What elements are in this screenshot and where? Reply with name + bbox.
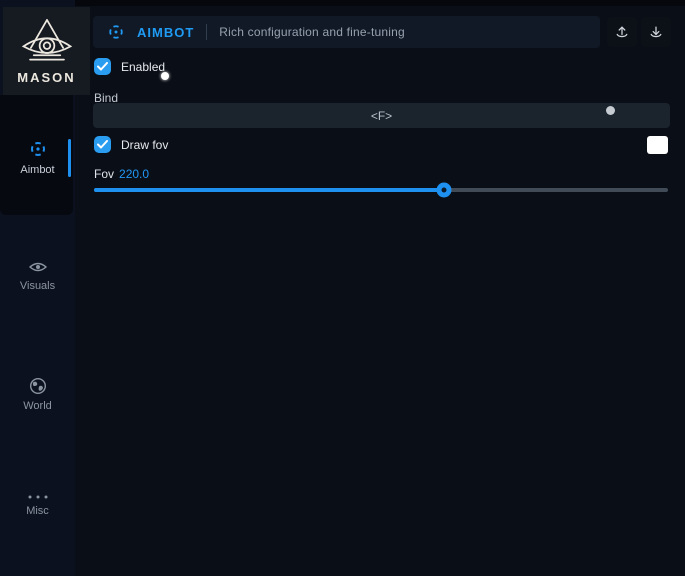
sidebar-item-visuals[interactable]: Visuals (0, 259, 75, 292)
draw-fov-label: Draw fov (121, 138, 168, 152)
enabled-row: Enabled (94, 58, 165, 75)
sidebar-item-aimbot[interactable]: Aimbot (0, 139, 75, 176)
upload-icon (614, 24, 630, 40)
bind-key-value: <F> (371, 109, 392, 123)
sidebar-item-label: Misc (26, 505, 49, 517)
header-divider (206, 24, 207, 40)
mason-pyramid-eye-logo (19, 17, 75, 67)
download-icon (648, 24, 664, 40)
draw-fov-row: Draw fov (94, 136, 168, 153)
fov-value: 220.0 (119, 167, 149, 181)
export-config-button[interactable] (607, 17, 637, 47)
sidebar-item-label: World (23, 400, 52, 412)
import-config-button[interactable] (641, 17, 671, 47)
fov-slider-thumb[interactable] (437, 183, 452, 198)
sidebar-item-label: Aimbot (20, 164, 54, 176)
globe-icon (29, 377, 47, 395)
cursor-dot (161, 72, 169, 80)
ellipsis-icon (27, 494, 49, 500)
fov-slider[interactable] (94, 188, 668, 192)
sidebar-item-label: Visuals (20, 280, 55, 292)
page-subtitle: Rich configuration and fine-tuning (219, 25, 405, 39)
main-panel: AIMBOT Rich configuration and fine-tunin… (75, 6, 685, 576)
draw-fov-checkbox[interactable] (94, 136, 111, 153)
eye-icon (28, 259, 48, 275)
enabled-checkbox[interactable] (94, 58, 111, 75)
fov-label: Fov (94, 167, 114, 181)
bind-key-input[interactable]: <F> (93, 103, 670, 128)
sidebar-item-misc[interactable]: Misc (0, 494, 75, 517)
cursor-dot (606, 106, 615, 115)
fov-color-swatch[interactable] (647, 136, 668, 154)
sidebar-item-world[interactable]: World (0, 377, 75, 412)
page-title: AIMBOT (137, 25, 194, 40)
fov-slider-fill (94, 188, 444, 192)
page-header: AIMBOT Rich configuration and fine-tunin… (93, 16, 600, 48)
brand-name: MASON (17, 70, 75, 85)
crosshair-icon (107, 23, 125, 41)
fov-label-row: Fov 220.0 (94, 167, 149, 181)
crosshair-icon (28, 139, 48, 159)
brand-logo-card: MASON (3, 7, 90, 95)
enabled-label: Enabled (121, 60, 165, 74)
